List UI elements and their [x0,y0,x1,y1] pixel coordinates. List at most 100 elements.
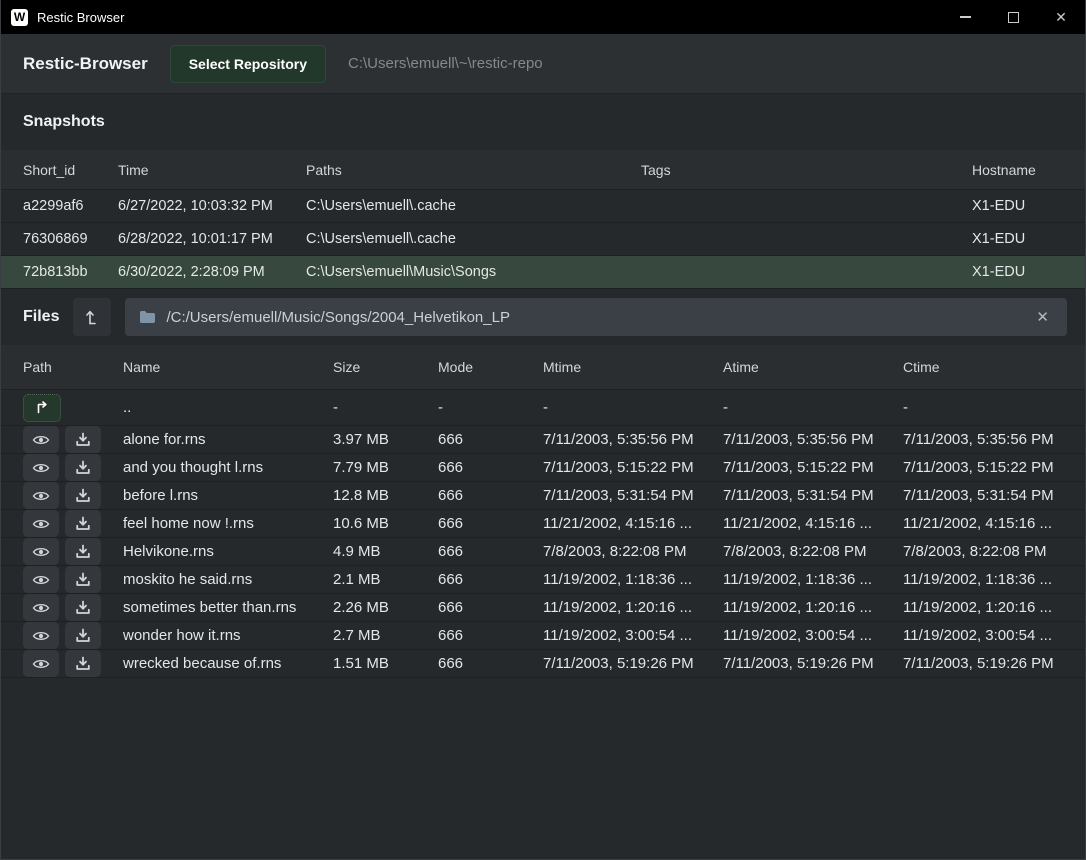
file-mode: 666 [438,515,543,532]
download-file-button[interactable] [65,650,101,677]
file-name: wrecked because of.rns [123,655,333,672]
close-button[interactable]: ✕ [1037,0,1085,34]
snapshot-hostname: X1-EDU [972,198,1085,214]
file-mode: - [438,399,543,416]
column-mtime: Mtime [543,359,723,375]
level-up-icon [84,308,100,326]
preview-file-button[interactable] [23,650,59,677]
clear-path-button[interactable]: ✕ [1032,308,1053,326]
app-title: Restic-Browser [23,54,148,74]
minimize-icon [960,16,971,18]
file-name: feel home now !.rns [123,515,333,532]
file-mtime: 11/19/2002, 1:20:16 ... [543,599,723,616]
download-file-button[interactable] [65,482,101,509]
file-ctime: 7/11/2003, 5:31:54 PM [903,487,1085,504]
file-row[interactable]: wrecked because of.rns 1.51 MB 666 7/11/… [1,650,1085,678]
file-size: 2.7 MB [333,627,438,644]
download-file-button[interactable] [65,594,101,621]
file-row[interactable]: alone for.rns 3.97 MB 666 7/11/2003, 5:3… [1,426,1085,454]
file-atime: 7/8/2003, 8:22:08 PM [723,543,903,560]
download-icon [75,572,91,587]
file-name: .. [123,399,333,416]
file-mode: 666 [438,431,543,448]
eye-icon [32,657,50,671]
preview-file-button[interactable] [23,482,59,509]
download-file-button[interactable] [65,454,101,481]
file-size: 7.79 MB [333,459,438,476]
file-path-bar[interactable]: /C:/Users/emuell/Music/Songs/2004_Helvet… [125,298,1067,336]
file-mode: 666 [438,599,543,616]
snapshot-hostname: X1-EDU [972,264,1085,280]
file-size: 2.26 MB [333,599,438,616]
file-name: and you thought l.rns [123,459,333,476]
file-atime: 7/11/2003, 5:31:54 PM [723,487,903,504]
go-to-root-button[interactable] [73,298,111,336]
snapshot-short-id: a2299af6 [23,198,118,214]
preview-file-button[interactable] [23,622,59,649]
snapshot-paths: C:\Users\emuell\.cache [306,231,641,247]
download-file-button[interactable] [65,538,101,565]
minimize-button[interactable] [941,0,989,34]
snapshots-title: Snapshots [23,113,105,131]
select-repository-button[interactable]: Select Repository [170,45,326,83]
snapshots-section-header: Snapshots [1,94,1085,150]
file-row[interactable]: Helvikone.rns 4.9 MB 666 7/8/2003, 8:22:… [1,538,1085,566]
download-file-button[interactable] [65,510,101,537]
file-name: before l.rns [123,487,333,504]
eye-icon [32,489,50,503]
snapshot-short-id: 72b813bb [23,264,118,280]
file-ctime: 7/11/2003, 5:35:56 PM [903,431,1085,448]
snapshots-table-header: Short_id Time Paths Tags Hostname [1,150,1085,190]
preview-file-button[interactable] [23,454,59,481]
eye-icon [32,433,50,447]
column-name: Name [123,359,333,375]
snapshot-paths: C:\Users\emuell\Music\Songs [306,264,641,280]
file-size: - [333,399,438,416]
maximize-button[interactable] [989,0,1037,34]
snapshot-row[interactable]: a2299af6 6/27/2022, 10:03:32 PM C:\Users… [1,190,1085,223]
file-mtime: 11/19/2002, 1:18:36 ... [543,571,723,588]
download-file-button[interactable] [65,426,101,453]
column-ctime: Ctime [903,359,1085,375]
download-file-button[interactable] [65,622,101,649]
download-file-button[interactable] [65,566,101,593]
column-time: Time [118,162,306,178]
file-name: sometimes better than.rns [123,599,333,616]
file-ctime: 11/19/2002, 3:00:54 ... [903,627,1085,644]
file-atime: - [723,399,903,416]
parent-directory-row[interactable]: .. - - - - - [1,390,1085,426]
snapshot-row[interactable]: 76306869 6/28/2022, 10:01:17 PM C:\Users… [1,223,1085,256]
preview-file-button[interactable] [23,538,59,565]
download-icon [75,600,91,615]
preview-file-button[interactable] [23,594,59,621]
file-row[interactable]: feel home now !.rns 10.6 MB 666 11/21/20… [1,510,1085,538]
download-icon [75,488,91,503]
file-mtime: 7/8/2003, 8:22:08 PM [543,543,723,560]
file-row[interactable]: moskito he said.rns 2.1 MB 666 11/19/200… [1,566,1085,594]
close-icon: ✕ [1055,10,1067,24]
eye-icon [32,545,50,559]
app-header: Restic-Browser Select Repository C:\User… [1,34,1085,94]
empty-area [1,678,1085,859]
preview-file-button[interactable] [23,566,59,593]
download-icon [75,628,91,643]
file-row[interactable]: before l.rns 12.8 MB 666 7/11/2003, 5:31… [1,482,1085,510]
snapshot-row-selected[interactable]: 72b813bb 6/30/2022, 2:28:09 PM C:\Users\… [1,256,1085,289]
repository-path: C:\Users\emuell\~\restic-repo [348,55,543,72]
file-mtime: 11/21/2002, 4:15:16 ... [543,515,723,532]
go-up-button[interactable] [23,394,61,422]
column-path: Path [23,359,123,375]
file-row[interactable]: sometimes better than.rns 2.26 MB 666 11… [1,594,1085,622]
download-icon [75,656,91,671]
preview-file-button[interactable] [23,510,59,537]
file-atime: 11/19/2002, 3:00:54 ... [723,627,903,644]
file-name: moskito he said.rns [123,571,333,588]
file-mtime: 7/11/2003, 5:31:54 PM [543,487,723,504]
preview-file-button[interactable] [23,426,59,453]
download-icon [75,432,91,447]
files-table-header: Path Name Size Mode Mtime Atime Ctime [1,345,1085,390]
file-row[interactable]: wonder how it.rns 2.7 MB 666 11/19/2002,… [1,622,1085,650]
window-title: Restic Browser [37,10,124,25]
files-section-header: Files /C:/Users/emuell/Music/Songs/2004_… [1,289,1085,345]
file-row[interactable]: and you thought l.rns 7.79 MB 666 7/11/2… [1,454,1085,482]
